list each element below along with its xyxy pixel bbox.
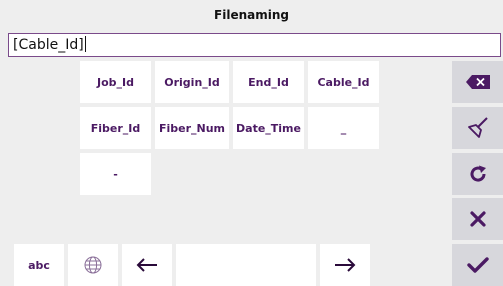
reset-button[interactable] xyxy=(452,153,503,195)
filename-value: [Cable_Id] xyxy=(13,37,84,53)
key-fiber-num[interactable]: Fiber_Num xyxy=(155,107,229,149)
confirm-button[interactable] xyxy=(452,244,503,286)
key-dash[interactable]: - xyxy=(80,153,151,195)
backspace-button[interactable] xyxy=(452,61,503,103)
broom-clear-icon xyxy=(467,117,488,138)
dialog-title: Filenaming xyxy=(214,8,289,22)
refresh-icon xyxy=(470,165,486,182)
abc-keyboard-button[interactable]: abc xyxy=(14,244,64,286)
close-icon xyxy=(469,211,486,227)
backspace-icon xyxy=(465,75,490,89)
cursor-right-button[interactable] xyxy=(320,244,370,286)
key-origin-id[interactable]: Origin_Id xyxy=(155,61,229,103)
cursor-left-button[interactable] xyxy=(122,244,172,286)
clear-button[interactable] xyxy=(452,107,503,149)
key-job-id[interactable]: Job_Id xyxy=(80,61,151,103)
filename-input[interactable]: [Cable_Id] xyxy=(8,33,501,57)
cancel-button[interactable] xyxy=(452,198,503,240)
arrow-left-icon xyxy=(136,258,157,272)
arrow-right-icon xyxy=(335,258,356,272)
key-cable-id[interactable]: Cable_Id xyxy=(308,61,379,103)
key-underscore[interactable]: _ xyxy=(308,107,379,149)
key-date-time[interactable]: Date_Time xyxy=(233,107,304,149)
key-end-id[interactable]: End_Id xyxy=(233,61,304,103)
space-button[interactable] xyxy=(176,244,316,286)
key-fiber-id[interactable]: Fiber_Id xyxy=(80,107,151,149)
language-button[interactable] xyxy=(68,244,118,286)
check-icon xyxy=(466,257,489,273)
globe-icon xyxy=(84,256,102,274)
text-caret xyxy=(84,36,86,52)
